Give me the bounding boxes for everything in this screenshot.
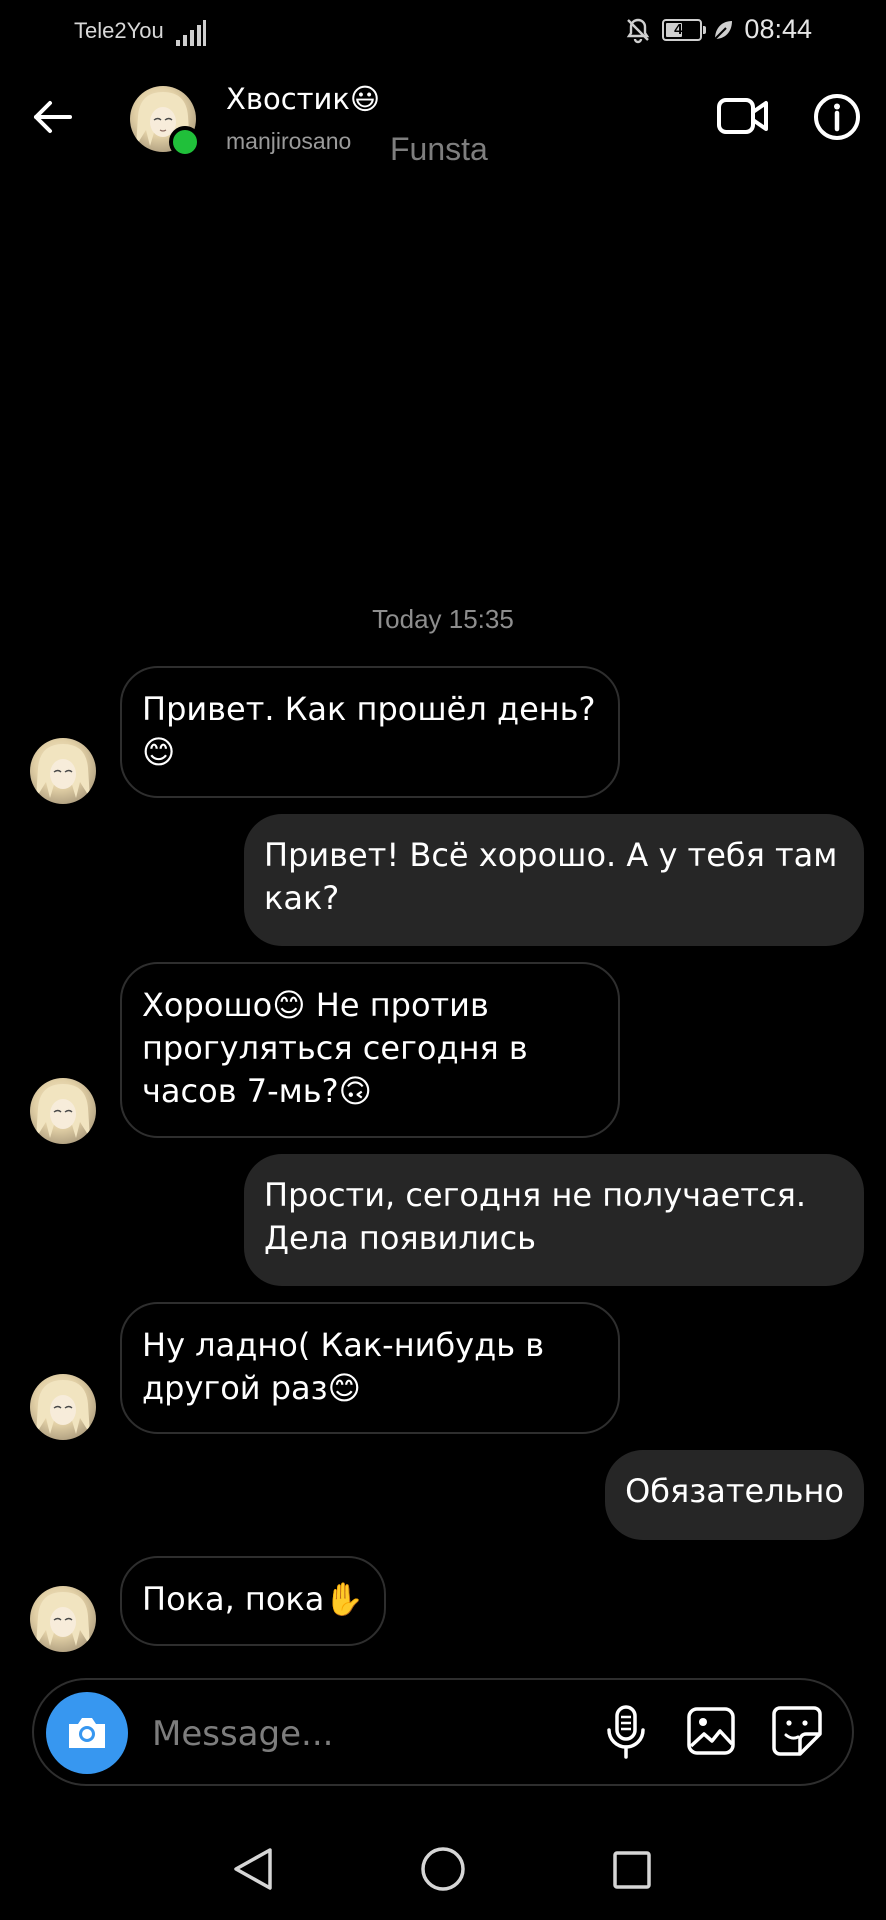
anime-portrait-icon — [36, 744, 90, 798]
anime-portrait-icon — [36, 1380, 90, 1434]
contact-username[interactable]: manjirosano — [226, 128, 351, 155]
sender-avatar[interactable] — [30, 1374, 96, 1440]
incoming-message[interactable]: Ну ладно( Как-нибудь в другой раз😊 — [120, 1302, 620, 1434]
nav-home-button[interactable] — [420, 1846, 466, 1892]
gallery-button[interactable] — [686, 1706, 736, 1756]
incoming-message[interactable]: Пока, пока✋ — [120, 1556, 387, 1646]
outgoing-message[interactable]: Обязательно — [605, 1450, 864, 1540]
sender-avatar[interactable] — [30, 1586, 96, 1652]
outgoing-message[interactable]: Привет! Всё хорошо. А у тебя там как? — [244, 814, 864, 946]
sender-avatar[interactable] — [30, 738, 96, 804]
mic-button[interactable] — [604, 1704, 648, 1760]
battery-icon: 49 — [662, 18, 707, 41]
incoming-message[interactable]: Привет. Как прошёл день?😊 — [120, 666, 620, 798]
anime-portrait-icon — [36, 1592, 90, 1646]
camera-icon — [69, 1718, 105, 1748]
outgoing-message[interactable]: Прости, сегодня не получается. Дела появ… — [244, 1154, 864, 1286]
contact-name[interactable]: Хвостик😃 — [226, 82, 380, 116]
sender-avatar[interactable] — [30, 1078, 96, 1144]
sticker-button[interactable] — [770, 1704, 824, 1758]
battery-level: 49 — [674, 21, 691, 38]
incoming-message[interactable]: Хорошо😊 Не против прогуляться сегодня в … — [120, 962, 620, 1138]
nav-back-button[interactable] — [232, 1846, 274, 1892]
bell-off-icon — [627, 18, 650, 43]
info-button[interactable] — [812, 92, 862, 142]
status-time: 08:44 — [744, 14, 812, 44]
video-call-button[interactable] — [716, 92, 770, 140]
message-input[interactable] — [150, 1700, 594, 1768]
nav-recent-apps-button[interactable] — [612, 1850, 652, 1890]
status-right: 49 08:44 — [624, 14, 812, 45]
account-label: Funsta — [390, 131, 488, 167]
anime-portrait-icon — [36, 1084, 90, 1138]
back-button[interactable] — [30, 94, 76, 140]
signal-icon — [176, 20, 206, 46]
online-status-dot — [169, 126, 201, 158]
conversation-timestamp: Today 15:35 — [372, 604, 514, 634]
leaf-icon — [714, 20, 733, 40]
status-carrier: Tele2You — [74, 18, 164, 43]
camera-button[interactable] — [46, 1692, 128, 1774]
